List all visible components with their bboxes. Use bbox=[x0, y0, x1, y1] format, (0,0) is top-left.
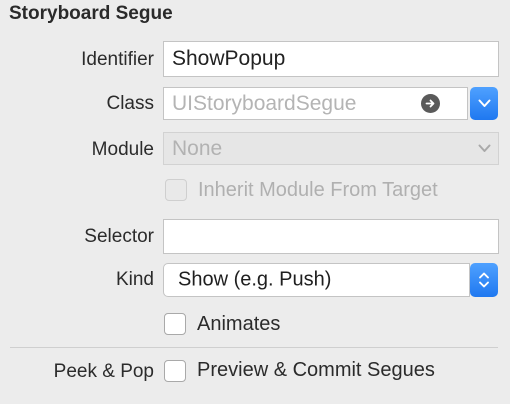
selector-field[interactable] bbox=[163, 219, 499, 254]
section-title: Storyboard Segue bbox=[9, 3, 173, 24]
class-placeholder: UIStoryboardSegue bbox=[172, 91, 357, 115]
divider bbox=[10, 347, 498, 348]
kind-label: Kind bbox=[115, 269, 154, 290]
identifier-value: ShowPopup bbox=[172, 47, 286, 70]
chevron-up-down-icon bbox=[479, 272, 489, 288]
class-dropdown-button[interactable] bbox=[470, 87, 498, 120]
module-field: None bbox=[163, 132, 499, 165]
peek-pop-label: Peek & Pop bbox=[53, 361, 154, 382]
arrow-right-circle-icon[interactable] bbox=[421, 94, 440, 113]
module-dropdown-button bbox=[470, 132, 498, 165]
preview-commit-segues-label: Preview & Commit Segues bbox=[197, 359, 435, 381]
animates-label: Animates bbox=[197, 313, 281, 335]
class-label: Class bbox=[106, 93, 154, 114]
chevron-down-icon bbox=[478, 144, 490, 152]
module-placeholder: None bbox=[172, 136, 223, 160]
preview-commit-segues-checkbox[interactable] bbox=[164, 360, 186, 382]
module-label: Module bbox=[91, 139, 154, 160]
identifier-label: Identifier bbox=[81, 49, 154, 70]
identifier-field[interactable]: ShowPopup bbox=[163, 41, 499, 77]
kind-popup-button[interactable] bbox=[470, 263, 498, 297]
chevron-down-icon bbox=[478, 99, 490, 107]
selector-label: Selector bbox=[84, 226, 154, 247]
kind-selected: Show (e.g. Push) bbox=[178, 268, 332, 291]
inherit-module-checkbox bbox=[165, 179, 187, 201]
animates-checkbox[interactable] bbox=[164, 313, 186, 335]
inherit-module-label: Inherit Module From Target bbox=[198, 179, 438, 201]
kind-popup[interactable]: Show (e.g. Push) bbox=[163, 263, 470, 297]
class-field[interactable]: UIStoryboardSegue bbox=[163, 87, 468, 120]
